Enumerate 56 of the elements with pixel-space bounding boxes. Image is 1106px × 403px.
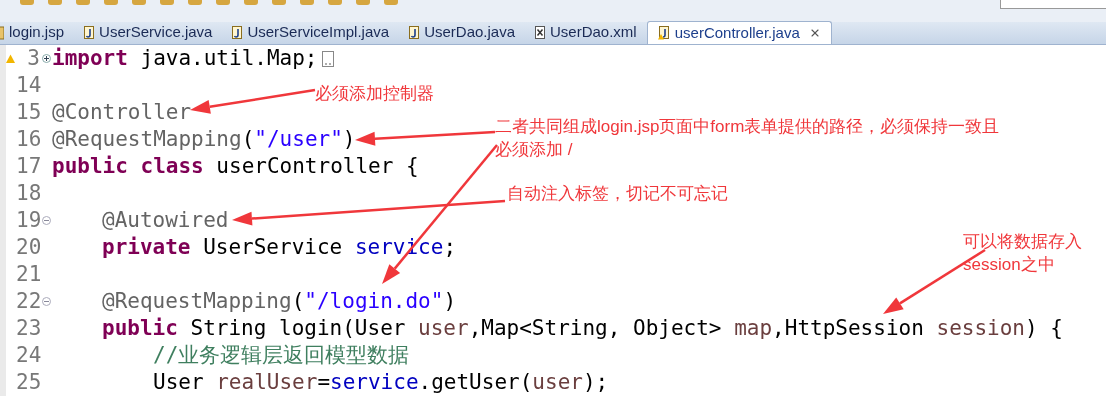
java-file-icon bbox=[84, 26, 95, 39]
code-line: User realUser=service.getUser(user); bbox=[152, 372, 609, 393]
editor-tab[interactable]: UserDao.java bbox=[399, 21, 525, 44]
code-line: public class userController { bbox=[52, 156, 419, 177]
line-number: 20 bbox=[16, 237, 40, 258]
java-file-icon bbox=[232, 26, 243, 39]
toolbar-icon[interactable] bbox=[48, 0, 62, 5]
line-number: 24 bbox=[16, 345, 40, 366]
expand-fold-icon[interactable] bbox=[41, 54, 51, 63]
line-number: 25 bbox=[16, 372, 40, 393]
toolbar-icon[interactable] bbox=[328, 0, 342, 5]
editor-tab[interactable]: UserDao.xml bbox=[525, 21, 647, 44]
toolbar-icon[interactable] bbox=[20, 0, 34, 5]
code-line: @Autowired bbox=[101, 210, 229, 231]
toolbar-icon[interactable] bbox=[384, 0, 398, 5]
line-number: 15 bbox=[16, 102, 40, 123]
code-line: @RequestMapping("/login.do") bbox=[101, 291, 457, 312]
code-line: import java.util.Map; bbox=[52, 48, 318, 69]
annotation-note: 必须添加控制器 bbox=[315, 83, 434, 105]
toolbar-icon[interactable] bbox=[132, 0, 146, 5]
collapse-fold-icon[interactable] bbox=[41, 216, 51, 225]
toolbar-icon[interactable] bbox=[160, 0, 174, 5]
line-number: 17 bbox=[16, 156, 40, 177]
editor-tab[interactable]: userController.java bbox=[646, 21, 832, 44]
toolbar-icon[interactable] bbox=[188, 0, 202, 5]
line-number: 18 bbox=[16, 183, 40, 204]
editor-tab[interactable]: UserService.java bbox=[74, 21, 223, 44]
editor-tab[interactable]: login.jsp bbox=[0, 21, 75, 44]
toolbar-icon[interactable] bbox=[244, 0, 258, 5]
line-number: 23 bbox=[16, 318, 40, 339]
collapse-fold-icon[interactable] bbox=[41, 297, 51, 306]
code-line: @Controller bbox=[52, 102, 192, 123]
folded-code-icon[interactable] bbox=[321, 50, 334, 67]
line-number: 19 bbox=[16, 210, 40, 231]
annotation-note: 自动注入标签，切记不可忘记 bbox=[507, 183, 728, 205]
annotation-note: 二者共同组成login.jsp页面中form表单提供的路径，必须保持一致且 必须添加 / bbox=[495, 116, 1000, 161]
java-file-warning-icon bbox=[657, 26, 670, 40]
toolbar-icon[interactable] bbox=[272, 0, 286, 5]
line-number: 22 bbox=[16, 291, 40, 312]
toolbar-icon[interactable] bbox=[300, 0, 314, 5]
quick-access-field[interactable] bbox=[1000, 0, 1106, 9]
line-number: 14 bbox=[16, 75, 40, 96]
toolbar-icon[interactable] bbox=[76, 0, 90, 5]
annotation-note: 可以将数据存入 session之中 bbox=[963, 231, 1082, 276]
editor-tab[interactable]: UserServiceImpl.java bbox=[222, 21, 400, 44]
line-number: 16 bbox=[16, 129, 40, 150]
code-line: public String login(User user,Map<String, Object> map,HttpSession session) { bbox=[101, 318, 1063, 339]
toolbar-icon[interactable] bbox=[356, 0, 370, 5]
code-line: //业务逻辑层返回模型数据 bbox=[152, 345, 410, 366]
code-line: @RequestMapping("/user") bbox=[52, 129, 356, 150]
toolbar-icon[interactable] bbox=[104, 0, 118, 5]
line-number: 21 bbox=[16, 264, 40, 285]
xml-file-icon bbox=[535, 26, 545, 39]
toolbar-icon[interactable] bbox=[216, 0, 230, 5]
line-number: 3 bbox=[26, 48, 40, 69]
java-file-icon bbox=[409, 26, 420, 39]
